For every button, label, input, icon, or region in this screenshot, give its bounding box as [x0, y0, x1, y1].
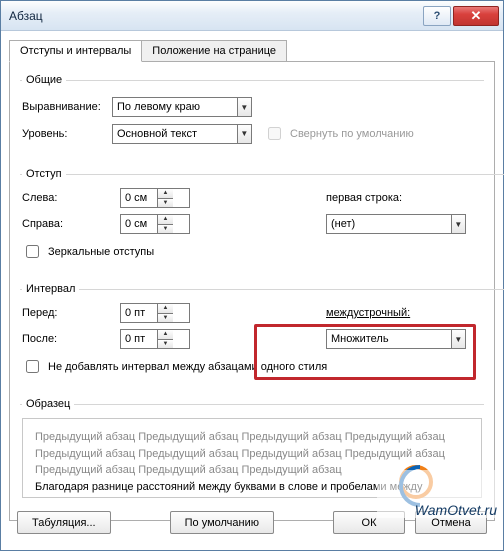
alignment-label: Выравнивание:: [22, 101, 112, 113]
group-sample-legend: Образец: [22, 398, 74, 410]
tab-panel: Общие Выравнивание: ▼ Уровень: ▼: [9, 61, 495, 521]
level-combo[interactable]: ▼: [112, 124, 252, 144]
nosamestyle-checkbox[interactable]: Не добавлять интервал между абзацами одн…: [22, 357, 504, 376]
firstline-combo[interactable]: ▼: [326, 214, 466, 234]
spin-down-icon[interactable]: ▼: [158, 225, 173, 234]
tab-indents[interactable]: Отступы и интервалы: [9, 40, 142, 62]
before-input[interactable]: [121, 304, 157, 322]
dialog-window: Абзац ? ✕ Отступы и интервалы Положение …: [0, 0, 504, 551]
collapse-input: [268, 127, 281, 140]
tabs-button[interactable]: Табуляция...: [17, 511, 111, 534]
sample-grey-text: Предыдущий абзац Предыдущий абзац Предыд…: [35, 429, 469, 479]
window-title: Абзац: [9, 9, 43, 23]
after-label: После:: [22, 333, 112, 345]
spin-up-icon[interactable]: ▲: [158, 330, 173, 340]
sample-preview: Предыдущий абзац Предыдущий абзац Предыд…: [22, 418, 482, 498]
group-spacing: Интервал Перед: ▲▼ междустрочный: значен…: [20, 283, 504, 390]
spin-up-icon[interactable]: ▲: [158, 189, 173, 199]
sample-black-text: Благодаря разнице расстояний между буква…: [35, 479, 469, 499]
spin-down-icon[interactable]: ▼: [158, 199, 173, 208]
collapse-checkbox: Свернуть по умолчанию: [264, 124, 414, 143]
chevron-down-icon[interactable]: ▼: [237, 125, 251, 143]
left-input[interactable]: [121, 189, 157, 207]
chevron-down-icon[interactable]: ▼: [451, 330, 465, 348]
help-button[interactable]: ?: [423, 6, 451, 26]
spin-up-icon[interactable]: ▲: [158, 215, 173, 225]
group-indent: Отступ Слева: ▲▼ первая строка: на: Спра…: [20, 168, 504, 275]
footer: Табуляция... По умолчанию ОК Отмена: [17, 511, 487, 534]
left-spinner[interactable]: ▲▼: [120, 188, 190, 208]
chevron-down-icon[interactable]: ▼: [451, 215, 465, 233]
firstline-label: первая строка:: [326, 192, 466, 204]
linespacing-label: междустрочный:: [326, 307, 466, 319]
alignment-input[interactable]: [113, 98, 237, 116]
chevron-down-icon[interactable]: ▼: [237, 98, 251, 116]
mirror-checkbox[interactable]: Зеркальные отступы: [22, 242, 504, 261]
level-label: Уровень:: [22, 128, 112, 140]
mirror-input[interactable]: [26, 245, 39, 258]
linespacing-input[interactable]: [327, 330, 451, 348]
before-label: Перед:: [22, 307, 112, 319]
ok-button[interactable]: ОК: [333, 511, 405, 534]
right-spinner[interactable]: ▲▼: [120, 214, 190, 234]
group-general-legend: Общие: [22, 74, 66, 86]
group-general: Общие Выравнивание: ▼ Уровень: ▼: [20, 74, 484, 160]
spin-down-icon[interactable]: ▼: [158, 340, 173, 349]
before-spinner[interactable]: ▲▼: [120, 303, 190, 323]
group-spacing-legend: Интервал: [22, 283, 79, 295]
spin-down-icon[interactable]: ▼: [158, 314, 173, 323]
left-label: Слева:: [22, 192, 112, 204]
after-spinner[interactable]: ▲▼: [120, 329, 190, 349]
tabset: Отступы и интервалы Положение на страниц…: [9, 40, 495, 62]
nosamestyle-input[interactable]: [26, 360, 39, 373]
titlebar: Абзац ? ✕: [1, 1, 503, 31]
level-input[interactable]: [113, 125, 237, 143]
linespacing-combo[interactable]: ▼: [326, 329, 466, 349]
spin-up-icon[interactable]: ▲: [158, 304, 173, 314]
group-indent-legend: Отступ: [22, 168, 66, 180]
right-label: Справа:: [22, 218, 112, 230]
tab-page-position[interactable]: Положение на странице: [141, 40, 287, 62]
right-input[interactable]: [121, 215, 157, 233]
alignment-combo[interactable]: ▼: [112, 97, 252, 117]
firstline-input[interactable]: [327, 215, 451, 233]
after-input[interactable]: [121, 330, 157, 348]
default-button[interactable]: По умолчанию: [170, 511, 274, 534]
cancel-button[interactable]: Отмена: [415, 511, 487, 534]
close-button[interactable]: ✕: [453, 6, 499, 26]
group-sample: Образец Предыдущий абзац Предыдущий абза…: [20, 398, 484, 508]
